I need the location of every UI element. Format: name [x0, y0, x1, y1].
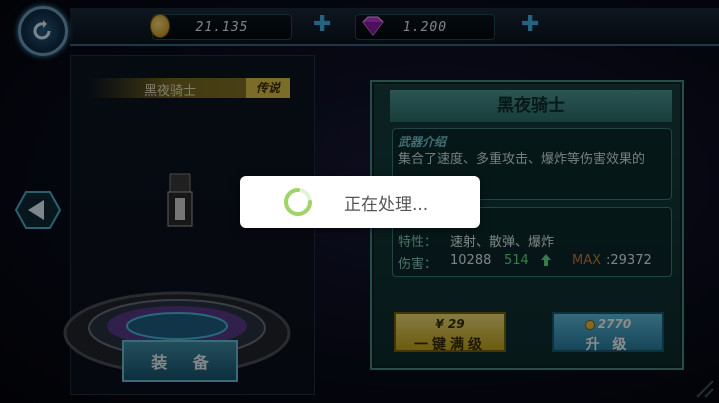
upgrade-button[interactable]: 2770 升 级	[552, 312, 664, 353]
coin-counter: 21.135	[152, 14, 292, 40]
up-arrow-icon	[541, 254, 551, 266]
add-gems-button[interactable]: ✚	[521, 14, 539, 36]
arrow-left-icon[interactable]	[14, 190, 62, 230]
damage-label: 伤害：	[398, 257, 438, 272]
loading-text: 正在处理...	[344, 195, 429, 215]
intro-text: 集合了速度、多重攻击、爆炸等伤害效果的	[398, 152, 646, 167]
upgrade-cost: 2770	[597, 317, 632, 331]
max-value: :29372	[606, 253, 652, 268]
coin-icon	[150, 14, 170, 38]
gem-icon	[362, 16, 384, 36]
weapon-title: 黑夜骑士	[390, 90, 672, 122]
upgrade-all-cost: ¥ 29	[435, 317, 465, 331]
equip-button[interactable]: 装 备	[122, 340, 238, 382]
coin-icon	[584, 319, 595, 330]
resize-handle-icon[interactable]	[691, 375, 715, 399]
traits-value: 速射、散弹、爆炸	[450, 235, 555, 250]
max-label: MAX	[572, 253, 602, 268]
upgrade-all-label: 一键满级	[414, 337, 486, 353]
loading-dialog: 正在处理...	[240, 176, 480, 228]
damage-value: 10288	[450, 253, 492, 268]
weapon-model	[167, 173, 193, 227]
coin-value: 21.135	[195, 19, 249, 35]
back-button[interactable]	[18, 6, 68, 56]
intro-header: 武器介绍	[398, 135, 447, 149]
item-name: 黑夜骑士	[143, 84, 196, 99]
upgrade-all-button[interactable]: ¥ 29 一键满级	[394, 312, 506, 353]
spinner-icon	[284, 188, 312, 216]
upgrade-cost-row: 2770	[554, 317, 662, 331]
add-coins-button[interactable]: ✚	[313, 14, 331, 36]
game-screen: 21.135 ✚ 1.200 ✚ 黑夜骑士 传说 装 备 黑夜骑士 武器介绍 集…	[0, 0, 719, 403]
upgrade-label: 升 级	[585, 337, 631, 353]
damage-bonus: 514	[504, 253, 529, 268]
traits-label: 特性：	[398, 235, 438, 250]
rank-badge: 传说	[246, 78, 290, 98]
back-icon	[33, 20, 51, 40]
